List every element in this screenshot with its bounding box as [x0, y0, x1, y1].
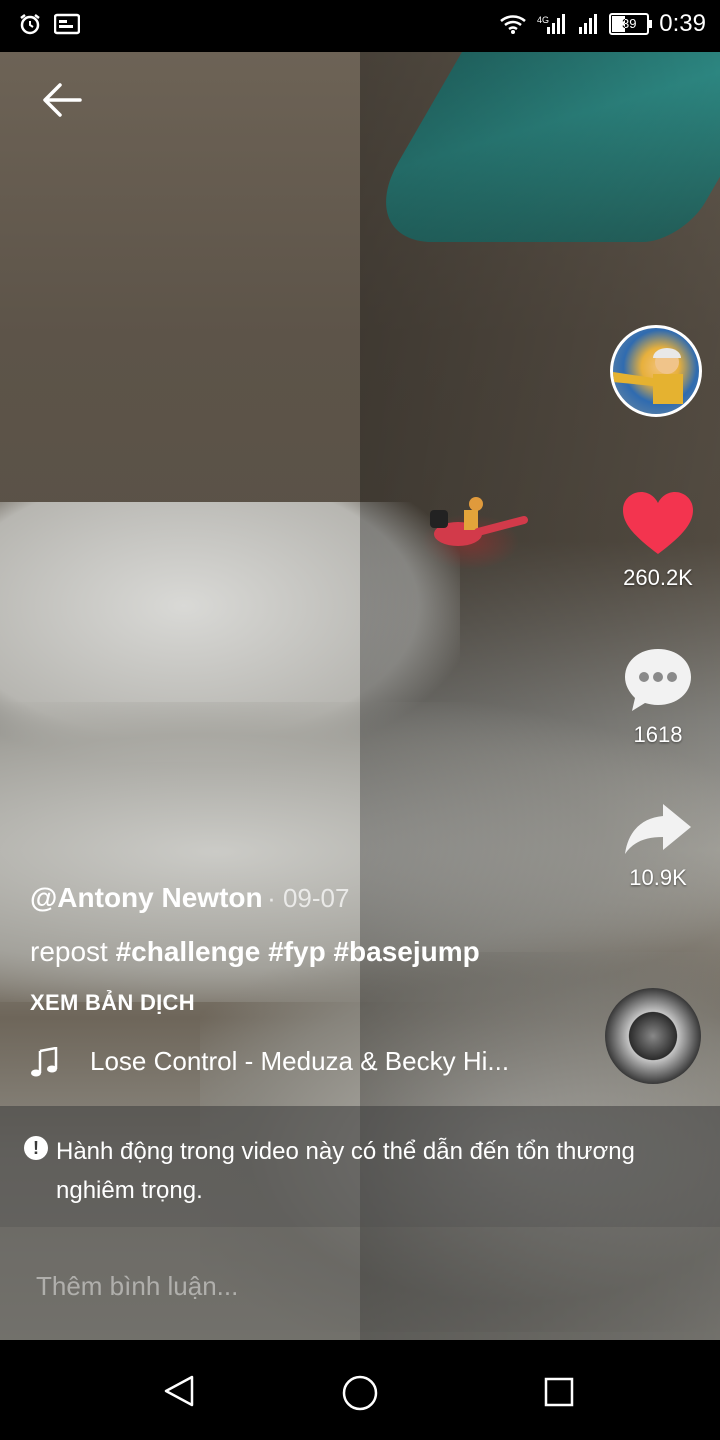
post-date: · 09-07 [267, 883, 350, 913]
comment-input[interactable]: Thêm bình luận... [36, 1271, 238, 1302]
clock: 0:39 [659, 10, 706, 37]
nav-home-icon[interactable] [341, 1374, 379, 1412]
warning-banner: ! Hành động trong video này có thể dẫn đ… [0, 1106, 720, 1227]
jumper-figure [430, 497, 528, 546]
share-action[interactable]: 10.9K [606, 800, 710, 891]
signal-icon [579, 14, 598, 34]
like-count: 260.2K [623, 565, 693, 590]
screen-icon [54, 13, 80, 35]
translate-button[interactable]: XEM BẢN DỊCH [30, 990, 590, 1016]
battery-level: 39 [622, 16, 637, 31]
nav-back-icon[interactable] [162, 1374, 196, 1408]
hashtag-challenge[interactable]: #challenge [116, 936, 261, 967]
post-info: @Antony Newton · 09-07 repost #challenge… [30, 882, 590, 1016]
nav-recents-icon[interactable] [543, 1376, 575, 1408]
avatar-image [613, 348, 683, 404]
wifi-icon [500, 15, 527, 34]
system-nav-bar [0, 1340, 720, 1440]
battery-indicator: 39 [609, 13, 653, 35]
hashtag-fyp[interactable]: #fyp [268, 936, 326, 967]
status-bar: 4G 39 0:39 [0, 0, 720, 52]
comment-input-bar[interactable]: Thêm bình luận... [0, 1227, 720, 1340]
music-row[interactable]: Lose Control - Meduza & Becky Hi... [30, 1046, 509, 1077]
share-icon[interactable] [623, 800, 693, 856]
comment-icon[interactable] [622, 645, 694, 713]
comment-count: 1618 [633, 722, 683, 747]
svg-text:4G: 4G [537, 15, 549, 25]
like-action[interactable]: 260.2K [606, 490, 710, 591]
caption: repost #challenge #fyp #basejump [30, 936, 590, 968]
exclamation-icon: ! [24, 1136, 48, 1160]
alarm-icon [20, 14, 40, 35]
music-disc[interactable] [605, 988, 701, 1084]
music-note-icon [31, 1046, 58, 1076]
signal-4g-icon: 4G [537, 14, 566, 34]
heart-icon[interactable] [621, 490, 695, 556]
back-button[interactable] [40, 78, 84, 122]
creator-avatar[interactable] [610, 325, 702, 417]
music-title: Lose Control - Meduza & Becky Hi... [90, 1046, 510, 1076]
username[interactable]: @Antony Newton [30, 882, 263, 913]
warning-text: Hành động trong video này có thể dẫn đến… [56, 1138, 635, 1204]
comment-action[interactable]: 1618 [606, 645, 710, 748]
hashtag-basejump[interactable]: #basejump [333, 936, 479, 967]
share-count: 10.9K [629, 865, 687, 890]
caption-text: repost [30, 936, 108, 967]
